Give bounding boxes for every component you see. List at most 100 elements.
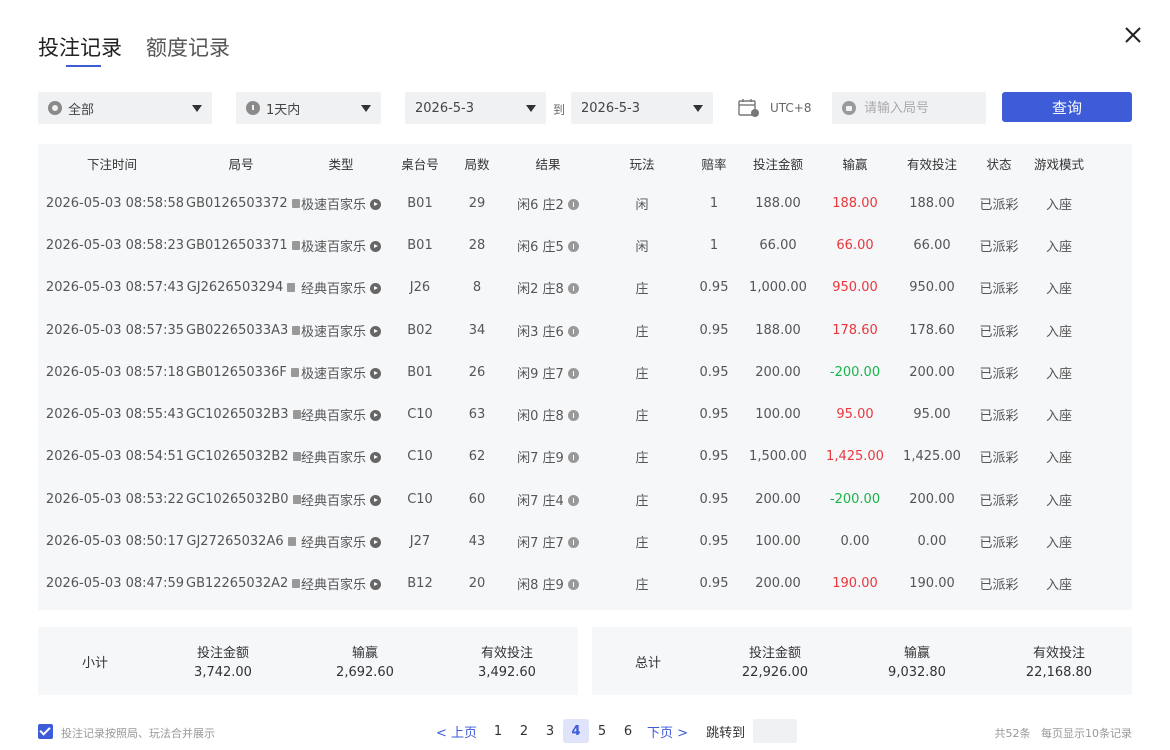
cell-valid-bet: 178.60 [909,322,955,338]
cell-result: 闲7 庄7 [500,532,596,551]
cell-result: 闲7 庄4 [500,490,596,509]
date-to-value: 2026-5-3 [581,100,641,116]
cell-win-loss: 0.00 [840,534,870,550]
jump-to-page-input[interactable] [753,719,798,743]
cell-valid-bet: 200.00 [909,364,955,380]
cell-game-type: 经典百家乐 [296,447,386,466]
column-header: 下注时间 [86,156,137,172]
info-icon[interactable] [567,579,579,591]
play-replay-icon[interactable] [370,537,381,549]
info-icon[interactable] [567,283,579,295]
subtotal-win-header: 输赢 [351,646,378,661]
timezone-label: UTC+8 [770,101,812,115]
tab-bet-records[interactable]: 投注记录 [38,32,122,67]
cell-bet-amount: 100.00 [755,534,801,550]
round-id-text: GJ27265032A6 [186,534,284,550]
page-1-button[interactable]: 1 [485,719,511,743]
cell-result: 闲8 庄9 [500,574,596,593]
cell-play: 闲 [635,197,649,213]
tab-credit-records[interactable]: 额度记录 [146,32,230,62]
info-icon[interactable] [567,452,579,464]
cell-result: 闲6 庄2 [500,194,596,213]
cell-game-type: 经典百家乐 [296,490,386,509]
cell-round-count: 60 [468,491,486,507]
caret-down-icon [192,104,202,112]
merge-records-checkbox[interactable] [38,724,53,739]
period-select[interactable]: 1天内 [236,92,381,124]
date-to-select[interactable]: 2026-5-3 [571,92,713,124]
table-footer: 投注记录按照局、玩法合并展示 < 上页 1 2 3 4 5 6 下页 > 跳转到… [38,718,1132,744]
result-text: 闲3 庄6 [517,324,564,340]
cell-bet-time: 2026-05-03 08:58:23 [45,237,184,253]
page-5-button[interactable]: 5 [589,719,615,743]
info-icon[interactable] [567,410,579,422]
cell-result: 闲7 庄9 [500,447,596,466]
play-replay-icon[interactable] [370,325,381,337]
cell-valid-bet: 1,425.00 [903,449,961,465]
play-replay-icon[interactable] [370,452,381,464]
cell-table-no: B01 [407,237,433,253]
copy-icon[interactable] [287,283,296,293]
cell-status: 已派彩 [979,493,1019,509]
scope-select[interactable]: 全部 [38,92,212,124]
info-icon[interactable] [567,240,579,252]
cell-result: 闲2 庄8 [500,278,596,297]
column-header: 输赢 [842,156,868,172]
copy-icon[interactable] [287,537,296,547]
cell-valid-bet: 188.00 [909,195,955,211]
info-icon[interactable] [567,198,579,210]
play-replay-icon[interactable] [370,494,381,506]
cell-win-loss: 1,425.00 [826,449,884,465]
play-replay-icon[interactable] [370,283,381,295]
cell-odds: 0.95 [699,322,729,338]
cell-round-id: GC10265032B0 [186,492,301,507]
cell-table-no: B12 [407,576,433,592]
next-page-link[interactable]: 下页 > [647,722,688,741]
record-stats: 共52条 每页显示10条记录 [995,725,1133,741]
subtotal-win-value: 2,692.60 [336,665,394,680]
info-icon[interactable] [567,325,579,337]
cell-table-no: C10 [407,407,433,423]
total-panel: 总计 投注金额 22,926.00 输赢 9,032.80 有效投注 22,16… [592,627,1132,695]
cell-status: 已派彩 [979,282,1019,298]
page-3-button[interactable]: 3 [537,719,563,743]
play-replay-icon[interactable] [370,198,381,210]
cell-game-mode: 入座 [1045,451,1072,467]
info-icon[interactable] [567,494,579,506]
cell-round-id: GC10265032B3 [186,407,301,422]
table-body: 2026-05-03 08:58:58 GB0126503372 极速百家乐 B01 2… [38,182,1132,605]
close-icon[interactable] [1122,24,1144,46]
cell-game-mode: 入座 [1045,239,1072,255]
cell-status: 已派彩 [979,197,1019,213]
cell-win-loss: 178.60 [832,322,878,338]
play-replay-icon[interactable] [370,579,381,591]
cell-round-id: GC10265032B2 [186,449,301,464]
prev-page-link[interactable]: < 上页 [436,722,477,741]
play-replay-icon[interactable] [370,410,381,422]
cell-bet-amount: 66.00 [759,237,797,253]
calendar-icon[interactable] [738,98,760,118]
info-icon[interactable] [567,367,579,379]
cell-table-no: J26 [409,280,431,296]
cell-game-type: 极速百家乐 [296,194,386,213]
total-records-label: 共52条 [994,727,1031,740]
play-replay-icon[interactable] [370,367,381,379]
tab-bar: 投注记录 额度记录 [38,32,230,67]
query-button[interactable]: 查询 [1002,92,1132,122]
cell-odds: 0.95 [699,491,729,507]
cell-win-loss: 188.00 [832,195,878,211]
page-4-button[interactable]: 4 [563,719,590,743]
info-icon[interactable] [567,537,579,549]
page-6-button[interactable]: 6 [615,719,641,743]
cell-bet-amount: 1,500.00 [749,449,807,465]
table-row: 2026-05-03 08:57:43 GJ2626503294 经典百家乐 J26 8… [38,267,1132,309]
round-id-text: GB0126503372 [186,195,288,211]
date-from-select[interactable]: 2026-5-3 [405,92,546,124]
round-search-input[interactable] [864,100,974,116]
cell-game-type: 经典百家乐 [296,278,386,297]
cell-bet-amount: 200.00 [755,364,801,380]
page-2-button[interactable]: 2 [511,719,537,743]
table-row: 2026-05-03 08:55:43 GC10265032B3 经典百家乐 C10 6… [38,393,1132,435]
cell-bet-amount: 188.00 [755,195,801,211]
play-replay-icon[interactable] [370,240,381,252]
